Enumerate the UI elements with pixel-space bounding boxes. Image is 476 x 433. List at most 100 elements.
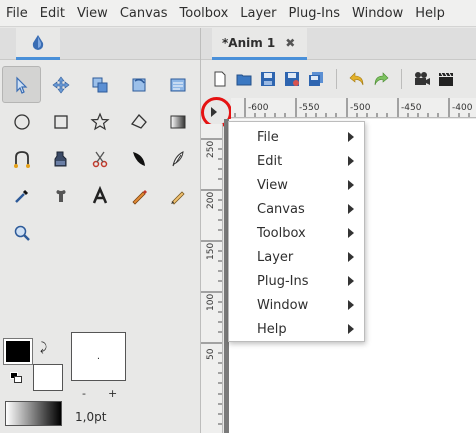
fill-tool-icon <box>54 151 66 166</box>
popup-item-label: Toolbox <box>257 225 306 241</box>
new-file-button[interactable] <box>208 67 232 91</box>
close-tab-icon[interactable]: ✖ <box>285 36 295 50</box>
outline-color-swatch[interactable] <box>3 338 33 365</box>
circle-tool-icon <box>13 113 30 130</box>
smooth-move-tool-icon <box>52 76 69 93</box>
mirror-tool[interactable] <box>158 66 197 103</box>
save-button[interactable] <box>256 67 280 91</box>
ruler-h-label: -400 <box>452 103 473 113</box>
scale-tool[interactable] <box>80 66 119 103</box>
vertical-ruler-scale: 250 200 150 100 50 <box>201 138 222 425</box>
popup-item-layer[interactable]: Layer <box>229 245 364 269</box>
ruler-v-label: 100 <box>206 294 216 311</box>
horizontal-ruler[interactable]: -600 -550 -500 -450 -400 <box>231 98 476 118</box>
mirror-tool-icon <box>170 78 185 91</box>
gradient-tool[interactable] <box>158 103 197 140</box>
preview-button[interactable] <box>434 67 458 91</box>
draw-tool[interactable] <box>119 177 158 214</box>
menu-help[interactable]: Help <box>409 6 451 21</box>
redo-button[interactable] <box>369 67 393 91</box>
ruler-v-label: 50 <box>206 348 216 360</box>
popup-item-help[interactable]: Help <box>229 317 364 341</box>
eyedropper-tool-icon <box>14 189 28 203</box>
popup-item-label: View <box>257 177 288 193</box>
transform-tool[interactable] <box>2 66 41 103</box>
popup-item-plug-ins[interactable]: Plug-Ins <box>229 269 364 293</box>
popup-item-label: Window <box>257 297 309 313</box>
ruler-h-label: -600 <box>248 103 269 113</box>
rectangle-tool-icon <box>53 114 68 129</box>
submenu-arrow-icon <box>348 180 354 190</box>
popup-item-file[interactable]: File <box>229 125 364 149</box>
default-gradient-swatch[interactable] <box>5 401 62 426</box>
ruler-h-label: -500 <box>350 103 371 113</box>
popup-item-edit[interactable]: Edit <box>229 149 364 173</box>
menu-window[interactable]: Window <box>346 6 409 21</box>
popup-item-label: Help <box>257 321 287 337</box>
save-icon <box>261 71 275 86</box>
fill-tool[interactable] <box>41 140 80 177</box>
default-width-value[interactable]: 1,0pt <box>75 410 106 424</box>
rotate-tool[interactable] <box>119 66 158 103</box>
popup-item-label: File <box>257 129 279 145</box>
circle-tool[interactable] <box>2 103 41 140</box>
eyedropper-tool[interactable] <box>2 177 41 214</box>
undo-button[interactable] <box>345 67 369 91</box>
polygon-tool[interactable] <box>119 103 158 140</box>
toolbox-tab[interactable] <box>16 28 60 60</box>
menu-canvas[interactable]: Canvas <box>114 6 174 21</box>
feather-tool[interactable] <box>158 140 197 177</box>
popup-item-view[interactable]: View <box>229 173 364 197</box>
width-tool[interactable] <box>119 140 158 177</box>
save-all-button[interactable] <box>304 67 328 91</box>
submenu-arrow-icon <box>348 156 354 166</box>
star-tool[interactable] <box>80 103 119 140</box>
draw-tool-icon <box>131 189 147 205</box>
open-file-button[interactable] <box>232 67 256 91</box>
menu-layer[interactable]: Layer <box>234 6 282 21</box>
ruler-v-label: 250 <box>206 141 216 158</box>
cutout-tool[interactable] <box>80 140 119 177</box>
swap-colors-icon[interactable]: ⤸ <box>40 340 47 355</box>
render-button[interactable] <box>410 67 434 91</box>
menu-toolbox[interactable]: Toolbox <box>174 6 235 21</box>
width-tool-icon <box>132 151 145 166</box>
rectangle-tool[interactable] <box>41 103 80 140</box>
save-all-icon <box>309 71 323 86</box>
menu-view[interactable]: View <box>71 6 114 21</box>
increase-size-button[interactable]: + <box>108 387 117 400</box>
menu-file[interactable]: File <box>0 6 34 21</box>
smooth-move-tool[interactable] <box>41 66 80 103</box>
submenu-arrow-icon <box>348 204 354 214</box>
scale-tool-icon <box>92 77 107 92</box>
bone-tool[interactable] <box>41 177 80 214</box>
submenu-arrow-icon <box>348 228 354 238</box>
vertical-ruler[interactable]: 250 200 150 100 50 <box>201 124 223 433</box>
clapperboard-icon <box>439 72 453 86</box>
spline-tool[interactable] <box>2 140 41 177</box>
menu-plug-ins[interactable]: Plug-Ins <box>283 6 346 21</box>
popup-item-toolbox[interactable]: Toolbox <box>229 221 364 245</box>
submenu-arrow-icon <box>348 252 354 262</box>
submenu-arrow-icon <box>348 324 354 334</box>
decrease-size-button[interactable]: - <box>82 387 86 400</box>
submenu-arrow-icon <box>348 132 354 142</box>
popup-item-window[interactable]: Window <box>229 293 364 317</box>
text-tool[interactable] <box>80 177 119 214</box>
ruler-v-label: 200 <box>206 192 216 209</box>
save-as-button[interactable] <box>280 67 304 91</box>
reset-colors-icon[interactable] <box>10 372 24 384</box>
open-folder-icon <box>236 74 252 85</box>
sketch-tool-icon <box>170 190 185 205</box>
menu-edit[interactable]: Edit <box>34 6 71 21</box>
sketch-tool[interactable] <box>158 177 197 214</box>
spline-tool-icon <box>13 150 30 168</box>
popup-item-canvas[interactable]: Canvas <box>229 197 364 221</box>
zoom-tool[interactable] <box>2 214 41 251</box>
popup-item-label: Canvas <box>257 201 305 217</box>
fill-color-swatch[interactable] <box>33 364 63 391</box>
tool-grid <box>2 66 198 251</box>
document-tab[interactable]: *Anim 1 ✖ <box>212 28 307 60</box>
toolbox-panel: ⤸ . - + 1,0pt <box>0 28 200 433</box>
new-file-icon <box>214 71 226 86</box>
